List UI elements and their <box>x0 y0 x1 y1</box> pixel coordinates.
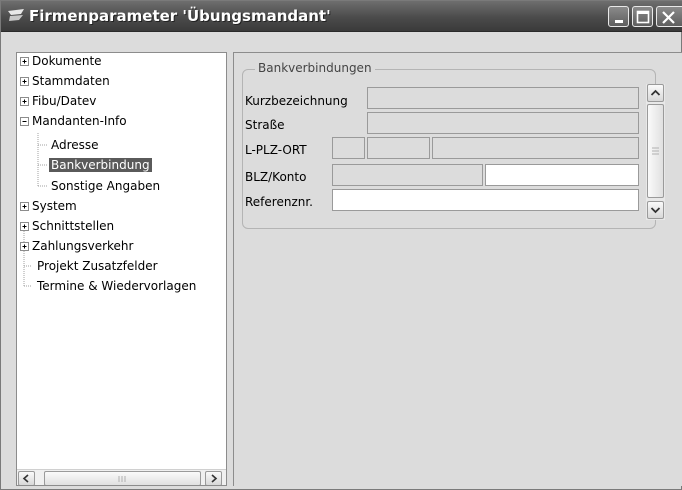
label-referenznr: Referenznr. <box>245 195 313 209</box>
tree-item-label: Zahlungsverkehr <box>32 239 134 253</box>
grip-icon <box>118 476 126 482</box>
land-field[interactable] <box>332 137 365 159</box>
collapse-mandanten-info-icon[interactable] <box>20 117 29 126</box>
plus-icon <box>22 244 27 249</box>
plus-icon <box>22 204 27 209</box>
plus-icon <box>22 224 27 229</box>
minimize-button[interactable] <box>608 6 629 27</box>
close-icon <box>662 11 675 24</box>
expand-schnittstellen-icon[interactable] <box>20 222 29 231</box>
expand-zahlungsverkehr-icon[interactable] <box>20 242 29 251</box>
plus-icon <box>22 79 27 84</box>
tree-item-adresse[interactable]: Adresse <box>49 137 101 153</box>
arrow-right-icon <box>211 474 218 483</box>
tree-item-label: System <box>32 199 77 213</box>
tree-item-label: Stammdaten <box>32 74 110 88</box>
tree-item-label: Mandanten-Info <box>32 114 127 128</box>
arrow-up-icon <box>650 89 661 96</box>
tree-item-bankverbindung[interactable]: Bankverbindung <box>49 157 152 173</box>
label-l-plz-ort: L-PLZ-ORT <box>245 143 307 157</box>
tree-item-label: Fibu/Datev <box>32 94 97 108</box>
scroll-down-button[interactable] <box>647 201 664 219</box>
land-input[interactable] <box>333 138 364 158</box>
label-blz-konto: BLZ/Konto <box>245 170 307 184</box>
tree-item-projekt-zusatzfelder[interactable]: Projekt Zusatzfelder <box>35 258 160 274</box>
tree-item-fibu-datev[interactable]: Fibu/Datev <box>30 93 98 109</box>
ort-input[interactable] <box>433 138 638 158</box>
plus-icon <box>22 99 27 104</box>
main-window: Firmenparameter 'Übungsmandant' Dokument… <box>0 0 682 490</box>
scroll-right-button[interactable] <box>205 471 222 485</box>
referenz-input[interactable] <box>333 190 638 210</box>
label-strasse: Straße <box>245 118 285 132</box>
title-bar[interactable]: Firmenparameter 'Übungsmandant' <box>1 1 682 32</box>
label-kurzbezeichnung: Kurzbezeichnung <box>245 94 348 108</box>
tree-item-mandanten-info[interactable]: Mandanten-Info <box>30 113 129 129</box>
arrow-left-icon <box>22 474 29 483</box>
tree-item-zahlungsverkehr[interactable]: Zahlungsverkehr <box>30 238 135 254</box>
tree-item-label: Bankverbindung <box>49 158 152 172</box>
strasse-input[interactable] <box>368 113 638 133</box>
tree-item-stammdaten[interactable]: Stammdaten <box>30 73 112 89</box>
horizontal-scrollbar[interactable] <box>17 469 226 485</box>
group-title: Bankverbindungen <box>255 61 375 75</box>
konto-input[interactable] <box>486 165 638 185</box>
navigation-tree: Dokumente Stammdaten Fibu/Datev Mandante… <box>16 52 227 486</box>
content-panel: Bankverbindungen Kurzbezeichnung Straße … <box>233 52 682 486</box>
tree-item-sonstige-angaben[interactable]: Sonstige Angaben <box>49 178 162 194</box>
tree-item-schnittstellen[interactable]: Schnittstellen <box>30 218 116 234</box>
tree-item-system[interactable]: System <box>30 198 79 214</box>
konto-field[interactable] <box>485 164 639 186</box>
blz-field[interactable] <box>332 164 483 186</box>
expand-dokumente-icon[interactable] <box>20 57 29 66</box>
tree-item-dokumente[interactable]: Dokumente <box>30 53 104 69</box>
plus-icon <box>22 59 27 64</box>
strasse-field[interactable] <box>367 112 639 134</box>
expand-fibu-datev-icon[interactable] <box>20 97 29 106</box>
maximize-button[interactable] <box>632 6 653 27</box>
minus-icon <box>22 121 27 122</box>
kurzbezeichnung-field[interactable] <box>367 87 639 109</box>
referenz-field[interactable] <box>332 189 639 211</box>
plz-input[interactable] <box>368 138 429 158</box>
scroll-up-button[interactable] <box>647 84 664 102</box>
bank-groupbox: Bankverbindungen Kurzbezeichnung Straße … <box>242 61 656 229</box>
horizontal-scroll-thumb[interactable] <box>44 471 201 485</box>
vertical-scrollbar[interactable] <box>646 84 665 220</box>
scroll-left-button[interactable] <box>18 471 35 485</box>
tree-item-label: Sonstige Angaben <box>51 179 161 193</box>
expand-stammdaten-icon[interactable] <box>20 77 29 86</box>
plz-field[interactable] <box>367 137 430 159</box>
maximize-icon <box>636 10 650 24</box>
close-button[interactable] <box>656 6 682 27</box>
blz-input[interactable] <box>333 165 482 185</box>
tree-item-label: Projekt Zusatzfelder <box>37 259 158 273</box>
grip-icon <box>652 147 659 155</box>
kurzbezeichnung-input[interactable] <box>368 88 638 108</box>
ort-field[interactable] <box>432 137 639 159</box>
vertical-scroll-thumb[interactable] <box>647 104 664 198</box>
tree-item-label: Termine & Wiedervorlagen <box>37 279 197 293</box>
arrow-down-icon <box>650 207 661 214</box>
tree-item-label: Schnittstellen <box>32 219 115 233</box>
expand-system-icon[interactable] <box>20 202 29 211</box>
tree-item-label: Adresse <box>51 138 99 152</box>
window-title: Firmenparameter 'Übungsmandant' <box>29 7 331 25</box>
tree-item-label: Dokumente <box>32 54 102 68</box>
minimize-icon <box>615 20 623 23</box>
app-logo-icon <box>8 9 24 21</box>
tree-item-termine-wiedervorlagen[interactable]: Termine & Wiedervorlagen <box>35 278 198 294</box>
